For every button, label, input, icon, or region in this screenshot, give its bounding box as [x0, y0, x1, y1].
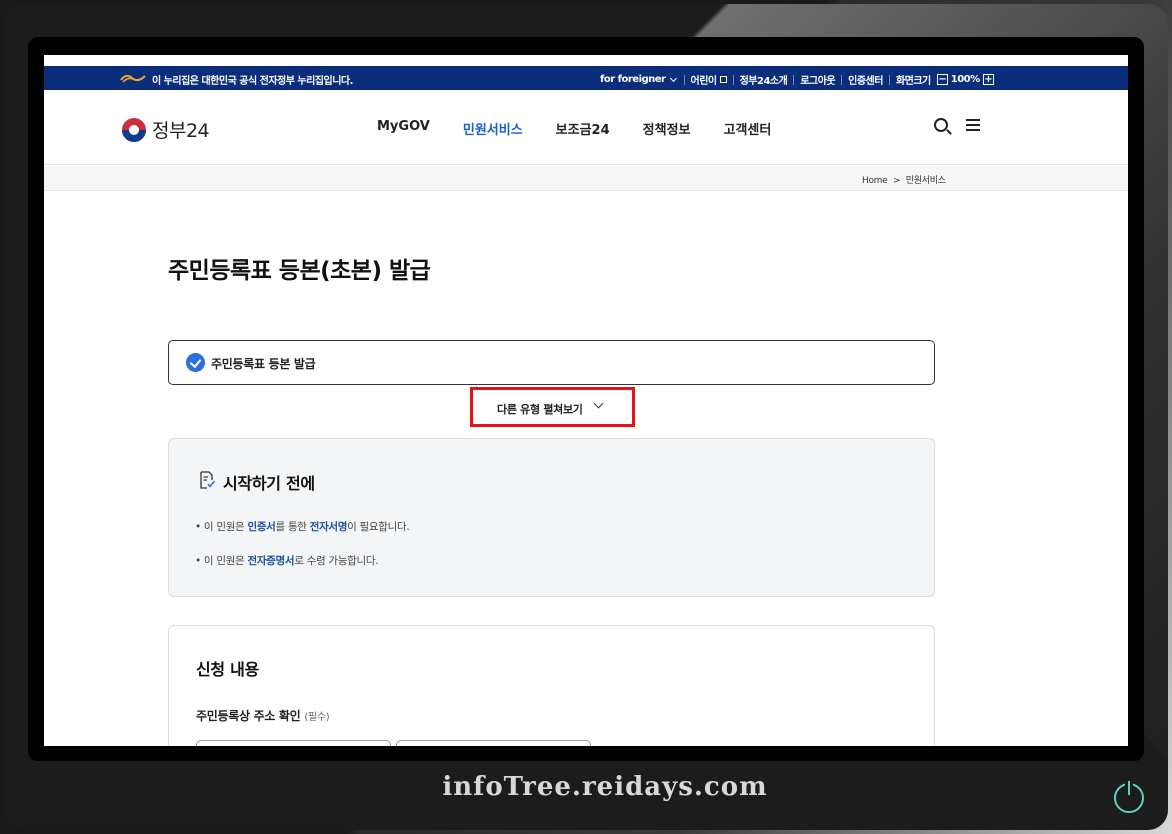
- zoom-in-button[interactable]: +: [982, 74, 994, 85]
- for-foreigner-link[interactable]: for foreigner: [600, 74, 666, 85]
- expand-other-types-button[interactable]: 다른 유형 펼쳐보기: [470, 387, 635, 427]
- site-logo[interactable]: 정부24: [122, 116, 210, 143]
- before-start-panel: 시작하기 전에 • 이 민원은 인증서를 통한 전자서명이 필요합니다. • 이…: [168, 438, 935, 597]
- selected-type-label: 주민등록표 등본 발급: [211, 357, 316, 371]
- gov-banner: 이 누리집은 대한민국 공식 전자정부 누리집입니다. for foreigne…: [44, 66, 1128, 90]
- header-tools: [934, 118, 980, 132]
- chevron-down-icon: [593, 398, 604, 409]
- browser-screen: 이 누리집은 대한민국 공식 전자정부 누리집입니다. for foreigne…: [44, 55, 1128, 746]
- before-start-title: 시작하기 전에: [223, 474, 315, 493]
- utility-links: for foreigner 어린이 정부24소개 로그아웃 인증센터 화면크기 …: [600, 72, 997, 87]
- notice-text: 이 필요합니다.: [347, 521, 410, 533]
- taegeuk-logo-icon: [122, 117, 146, 142]
- nav-civil-service[interactable]: 민원서비스: [463, 119, 523, 138]
- kids-link[interactable]: 어린이: [691, 72, 718, 87]
- external-link-icon: [719, 76, 727, 83]
- notice-text: • 이 민원은: [195, 555, 248, 567]
- power-icon: [1114, 781, 1144, 813]
- nav-customer-center[interactable]: 고객센터: [724, 119, 772, 138]
- divider: [732, 74, 734, 85]
- search-icon[interactable]: [934, 118, 948, 132]
- nav-subsidy[interactable]: 보조금24: [556, 119, 610, 138]
- address-option-1[interactable]: [196, 740, 391, 746]
- about-link[interactable]: 정부24소개: [740, 72, 788, 87]
- notice-text: • 이 민원은: [195, 521, 248, 533]
- breadcrumb-current[interactable]: 민원서비스: [906, 176, 946, 186]
- address-check-label: 주민등록상 주소 확인 (필수): [196, 707, 330, 724]
- breadcrumb: Home > 민원서비스: [862, 173, 946, 186]
- checklist-doc-icon: [200, 471, 215, 489]
- breadcrumb-separator: >: [892, 176, 901, 186]
- cert-center-link[interactable]: 인증센터: [848, 72, 883, 87]
- application-title: 신청 내용: [196, 660, 259, 679]
- gov-emblem-icon: [120, 74, 146, 83]
- gov-notice: 이 누리집은 대한민국 공식 전자정부 누리집입니다.: [152, 76, 353, 87]
- breadcrumb-home[interactable]: Home: [862, 176, 888, 186]
- nav-mygov[interactable]: MyGOV: [377, 119, 430, 138]
- expand-other-types-label: 다른 유형 펼쳐보기: [497, 403, 583, 416]
- e-certificate-term: 전자증명서: [247, 555, 295, 567]
- notice-e-certificate: • 이 민원은 전자증명서로 수령 가능합니다.: [195, 553, 379, 568]
- e-signature-term: 전자서명: [309, 521, 348, 533]
- watermark: infoTree.reidays.com: [442, 772, 768, 802]
- divider: [793, 74, 795, 85]
- site-header: 정부24 MyGOV 민원서비스 보조금24 정책정보 고객센터: [44, 90, 1128, 165]
- nav-policy[interactable]: 정책정보: [643, 119, 691, 138]
- required-marker: (필수): [304, 712, 330, 723]
- zoom-level: 100%: [950, 74, 980, 85]
- notice-text: 로 수령 가능합니다.: [294, 555, 379, 567]
- zoom-out-button[interactable]: −: [936, 74, 948, 85]
- divider: [841, 74, 843, 85]
- logout-link[interactable]: 로그아웃: [800, 72, 835, 87]
- divider: [683, 74, 685, 85]
- main-nav: MyGOV 민원서비스 보조금24 정책정보 고객센터: [377, 119, 804, 138]
- address-option-2[interactable]: [396, 740, 591, 746]
- notice-certificate: • 이 민원은 인증서를 통한 전자서명이 필요합니다.: [195, 519, 410, 534]
- page-title: 주민등록표 등본(초본) 발급: [168, 258, 431, 284]
- chevron-down-icon: [669, 74, 677, 82]
- hamburger-menu-icon[interactable]: [966, 118, 980, 132]
- breadcrumb-bar: Home > 민원서비스: [44, 166, 1128, 191]
- check-circle-icon: [186, 353, 205, 372]
- selected-service-type[interactable]: 주민등록표 등본 발급: [168, 340, 935, 385]
- application-panel: 신청 내용 주민등록상 주소 확인 (필수): [168, 625, 935, 746]
- certificate-term: 인증서: [247, 521, 276, 533]
- divider: [888, 74, 890, 85]
- logo-text: 정부24: [152, 120, 210, 142]
- notice-text: 를 통한: [275, 521, 310, 533]
- address-label-text: 주민등록상 주소 확인: [196, 709, 301, 723]
- screen-size-label: 화면크기: [895, 76, 931, 87]
